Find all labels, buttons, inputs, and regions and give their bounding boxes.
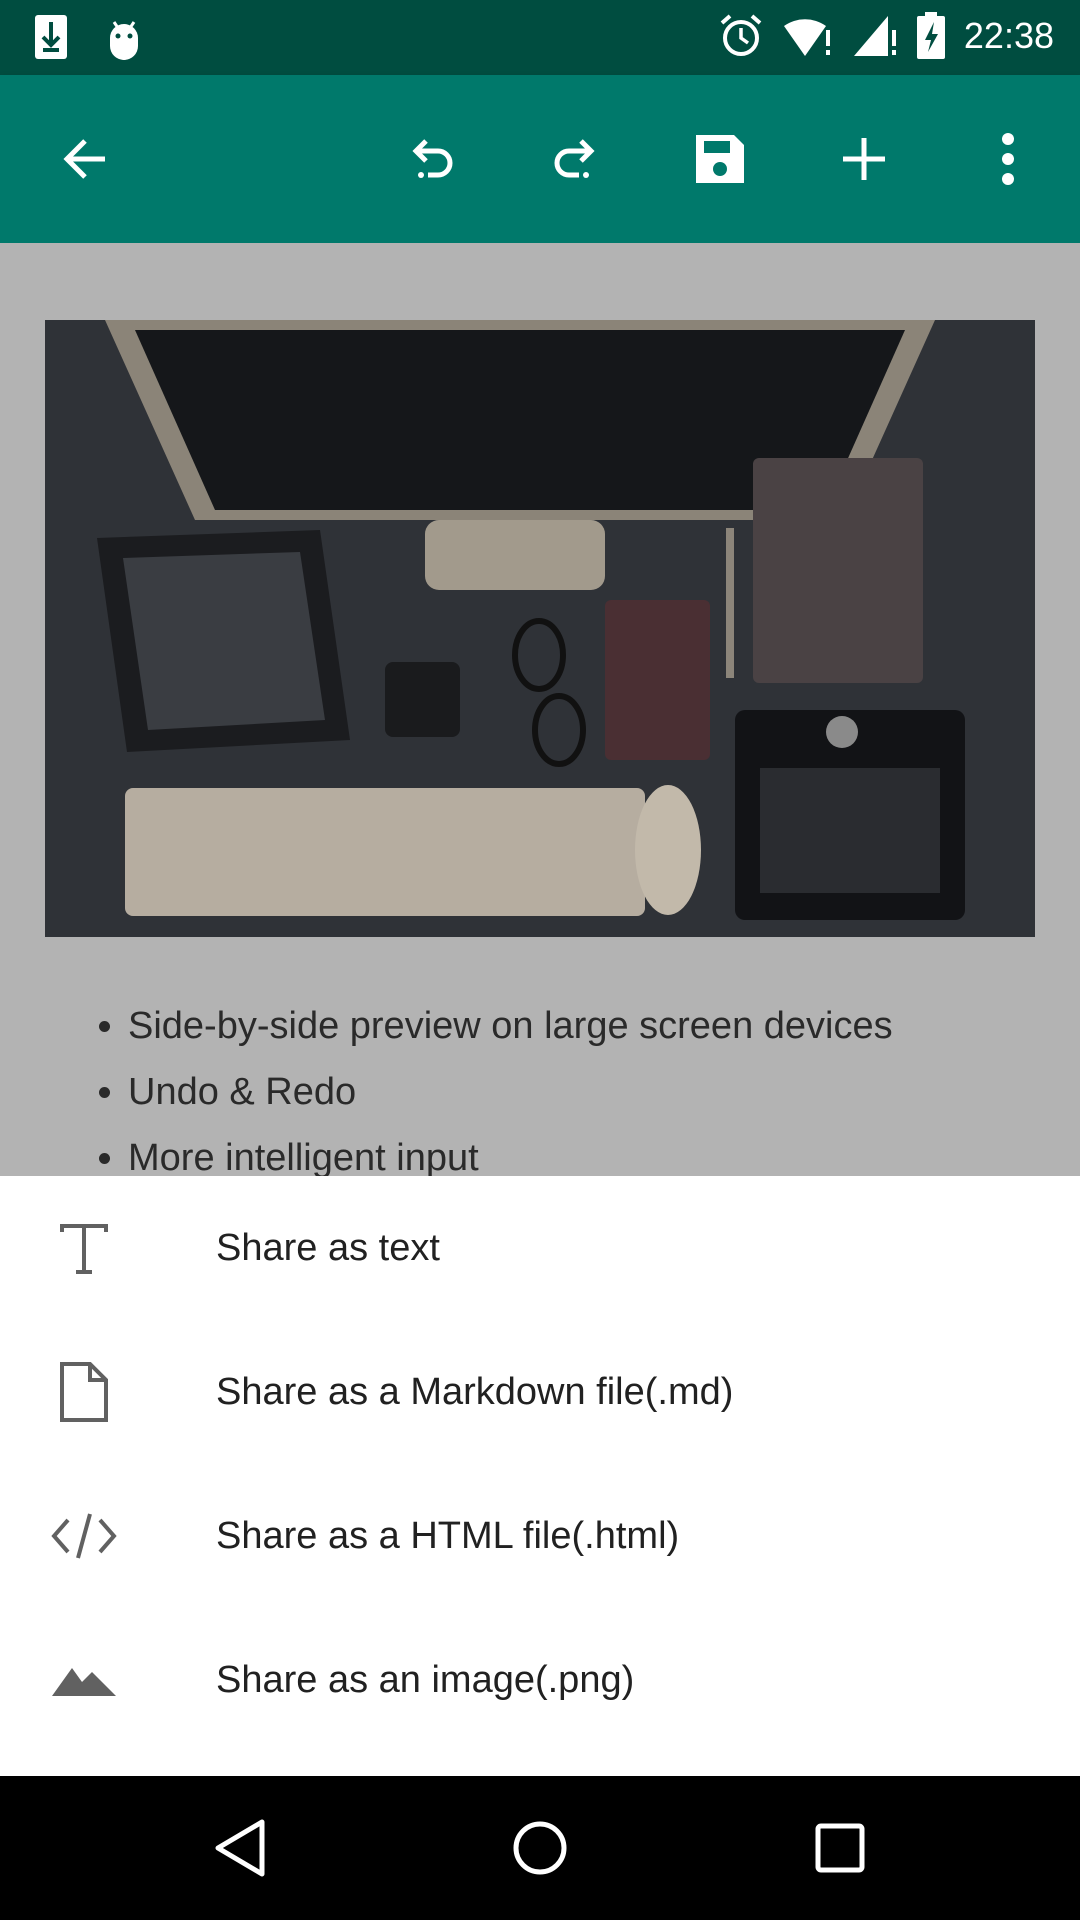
status-time: 22:38 [963, 15, 1054, 56]
signal-icon [853, 16, 896, 56]
undo-button[interactable] [377, 75, 487, 243]
desk-photo [45, 320, 1035, 937]
nav-back-button[interactable] [160, 1776, 320, 1920]
share-option-label: Share as a HTML file(.html) [216, 1514, 680, 1557]
undo-icon [412, 139, 453, 178]
share-as-html-option[interactable]: Share as a HTML file(.html) [0, 1464, 1080, 1608]
share-as-image-option[interactable]: Share as an image(.png) [0, 1608, 1080, 1752]
share-as-markdown-option[interactable]: Share as a Markdown file(.md) [0, 1320, 1080, 1464]
list-item: Side-by-side preview on large screen dev… [128, 993, 893, 1059]
editor-toolbar [0, 75, 1080, 243]
back-arrow-icon [63, 139, 105, 179]
nav-home-icon [513, 1821, 567, 1875]
more-vert-icon [1002, 133, 1014, 185]
share-option-label: Share as text [216, 1226, 440, 1269]
nav-home-button[interactable] [460, 1776, 620, 1920]
share-option-label: Share as an image(.png) [216, 1658, 635, 1701]
navigation-bar [0, 1776, 1080, 1920]
save-icon [696, 135, 744, 183]
add-icon [843, 138, 885, 180]
file-icon [48, 1356, 120, 1428]
feature-list: Side-by-side preview on large screen dev… [80, 993, 893, 1176]
battery-icon [916, 12, 945, 59]
share-bottom-sheet: Share as text Share as a Markdown file(.… [0, 1176, 1080, 1776]
preview-content: Side-by-side preview on large screen dev… [0, 243, 1080, 1176]
code-icon [48, 1500, 120, 1572]
download-icon [35, 15, 67, 59]
add-button[interactable] [809, 75, 919, 243]
text-format-icon [48, 1212, 120, 1284]
nav-recents-icon [815, 1823, 865, 1873]
back-button[interactable] [30, 75, 140, 243]
redo-icon [554, 139, 595, 178]
save-button[interactable] [665, 75, 775, 243]
share-option-label: Share as a Markdown file(.md) [216, 1370, 734, 1413]
android-icon [110, 21, 138, 60]
share-as-text-option[interactable]: Share as text [0, 1176, 1080, 1320]
wifi-icon [783, 19, 830, 56]
redo-button[interactable] [520, 75, 630, 243]
nav-recents-button[interactable] [760, 1776, 920, 1920]
more-options-button[interactable] [953, 75, 1063, 243]
nav-back-icon [215, 1819, 265, 1877]
list-item: More intelligent input [128, 1125, 893, 1176]
alarm-icon [720, 14, 762, 56]
image-icon [48, 1644, 120, 1716]
status-bar: 22:38 [0, 0, 1080, 75]
list-item: Undo & Redo [128, 1059, 893, 1125]
